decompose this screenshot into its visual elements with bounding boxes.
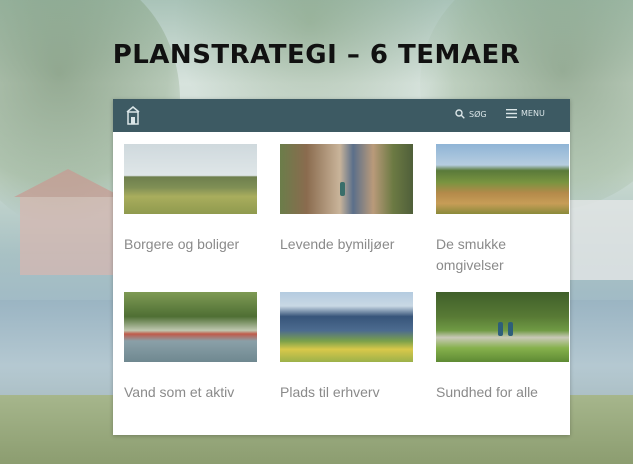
lake-boats-photo xyxy=(124,292,257,362)
theme-label: Vand som et aktiv xyxy=(124,384,235,400)
search-label: SØG xyxy=(469,109,487,119)
menu-label: MENU xyxy=(521,109,545,118)
park-path-photo xyxy=(436,292,569,362)
slide: PLANSTRATEGI – 6 TEMAER SØG MENU Borgere… xyxy=(0,0,633,464)
theme-label: Borgere og boliger xyxy=(124,236,240,252)
countryside-photo xyxy=(436,144,569,214)
theme-card-sundhed-for-alle[interactable]: Sundhed for alle xyxy=(436,292,569,403)
runner-figure xyxy=(508,322,513,336)
building-logo-icon[interactable] xyxy=(125,106,141,125)
pedestrian-figure xyxy=(340,182,345,196)
background-house xyxy=(560,200,633,280)
theme-card-vand-som-et-aktiv[interactable]: Vand som et aktiv xyxy=(124,292,257,403)
theme-card-borgere-og-boliger[interactable]: Borgere og boliger xyxy=(124,144,257,255)
town-field-photo xyxy=(124,144,257,214)
website-screenshot: SØG MENU Borgere og boliger Levende bymi… xyxy=(113,99,570,435)
theme-label: Levende bymiljøer xyxy=(280,236,395,252)
theme-card-de-smukke-omgivelser[interactable]: De smukke omgivelser xyxy=(436,144,569,276)
street-shops-photo xyxy=(280,144,413,214)
theme-label: De smukke omgivelser xyxy=(436,236,507,273)
hamburger-menu-icon xyxy=(506,109,517,118)
site-header: SØG MENU xyxy=(113,99,570,132)
theme-label: Plads til erhverv xyxy=(280,384,380,400)
business-building-photo xyxy=(280,292,413,362)
theme-card-levende-bymiljoer[interactable]: Levende bymiljøer xyxy=(280,144,413,255)
slide-title: PLANSTRATEGI – 6 TEMAER xyxy=(112,40,521,70)
menu-button[interactable]: MENU xyxy=(506,109,545,118)
theme-label: Sundhed for alle xyxy=(436,384,538,400)
background-house xyxy=(14,169,122,275)
runner-figure xyxy=(498,322,503,336)
theme-card-plads-til-erhverv[interactable]: Plads til erhverv xyxy=(280,292,413,403)
search-icon xyxy=(455,109,465,119)
search-button[interactable]: SØG xyxy=(455,109,487,119)
